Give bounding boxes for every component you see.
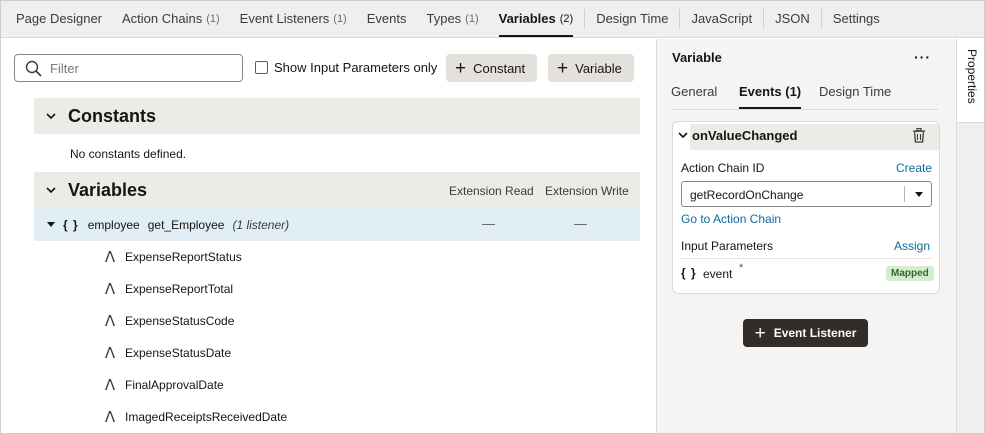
tab-javascript[interactable]: JavaScript	[681, 0, 762, 37]
properties-tab[interactable]: Properties	[957, 39, 985, 123]
field-row[interactable]: Λ ExpenseStatusDate	[104, 343, 231, 363]
plus-icon: +	[455, 57, 467, 79]
tab-variables[interactable]: Variables (2)	[489, 0, 584, 37]
event-header[interactable]: onValueChanged	[673, 122, 939, 150]
select-divider	[904, 186, 905, 202]
filter-input[interactable]	[50, 60, 230, 76]
string-type-icon: Λ	[104, 311, 116, 330]
field-row[interactable]: Λ ExpenseStatusCode	[104, 311, 235, 331]
string-type-icon: Λ	[104, 407, 116, 426]
caret-down-icon[interactable]	[47, 221, 55, 228]
extension-write-value	[574, 224, 587, 225]
object-icon: { }	[63, 217, 79, 232]
action-chain-value: getRecordOnChange	[690, 188, 804, 202]
string-type-icon: Λ	[104, 279, 116, 298]
variables-title: Variables	[68, 179, 148, 200]
tab-divider	[679, 9, 681, 28]
param-row[interactable]: { } event * Mapped	[681, 262, 934, 284]
tab-count: (1)	[465, 12, 479, 25]
plus-icon: +	[754, 322, 766, 344]
filter-field[interactable]	[14, 54, 243, 82]
tab-design-time-panel[interactable]: Design Time	[819, 84, 891, 99]
action-chain-select[interactable]: getRecordOnChange	[681, 181, 932, 207]
extension-read-value	[482, 224, 495, 225]
panel-title: Variable	[672, 50, 722, 65]
tab-event-listeners[interactable]: Event Listeners (1)	[230, 0, 357, 37]
string-type-icon: Λ	[104, 247, 116, 266]
properties-panel: Variable ··· General Events (1) Design T…	[657, 39, 956, 434]
checkbox-box[interactable]	[255, 61, 268, 74]
add-event-listener-button[interactable]: + Event Listener	[743, 319, 868, 347]
constants-section-header[interactable]: Constants	[34, 98, 640, 134]
more-options-icon[interactable]: ···	[914, 49, 931, 65]
assign-link[interactable]: Assign	[894, 239, 930, 253]
properties-strip: Properties	[956, 39, 985, 434]
variable-row-employee[interactable]: { } employee get_Employee (1 listener)	[34, 208, 640, 241]
show-input-params-checkbox[interactable]: Show Input Parameters only	[255, 60, 437, 75]
tab-action-chains[interactable]: Action Chains (1)	[112, 0, 230, 37]
constants-title: Constants	[68, 105, 157, 126]
search-icon	[25, 60, 42, 76]
tab-count: (1)	[333, 12, 347, 25]
input-parameters-label: Input Parameters	[681, 239, 774, 253]
tab-json[interactable]: JSON	[765, 0, 820, 37]
go-to-action-chain-link[interactable]: Go to Action Chain	[681, 212, 781, 226]
tab-count: (1)	[206, 12, 220, 25]
extension-write-header: Extension Write	[545, 184, 629, 198]
tab-events-panel[interactable]: Events (1)	[739, 84, 802, 109]
mapped-badge: Mapped	[886, 266, 934, 281]
no-constants-text: No constants defined.	[70, 147, 187, 161]
tab-count: (2)	[559, 12, 574, 25]
chevron-down-icon[interactable]	[678, 131, 688, 139]
object-icon: { }	[681, 266, 697, 280]
tab-types[interactable]: Types (1)	[416, 0, 488, 37]
listener-count: (1 listener)	[232, 217, 290, 232]
tab-underline	[672, 109, 938, 110]
event-name: onValueChanged	[692, 128, 798, 143]
tab-divider	[584, 9, 586, 28]
tab-settings[interactable]: Settings	[823, 0, 890, 37]
checkbox-label: Show Input Parameters only	[274, 60, 438, 75]
chevron-down-icon[interactable]	[46, 186, 56, 194]
dropdown-arrow-icon[interactable]	[915, 192, 923, 197]
param-name: event	[703, 267, 733, 281]
create-link[interactable]: Create	[896, 161, 932, 175]
extension-read-header: Extension Read	[449, 184, 534, 198]
trash-icon[interactable]	[912, 128, 926, 143]
tab-divider	[763, 9, 765, 28]
field-row[interactable]: Λ ExpenseReportStatus	[104, 247, 242, 267]
tab-page-designer[interactable]: Page Designer	[6, 0, 112, 37]
field-row[interactable]: Λ ImagedReceiptsReceivedDate	[104, 407, 287, 427]
variable-type: get_Employee	[147, 217, 225, 232]
field-row[interactable]: Λ FinalApprovalDate	[104, 375, 224, 395]
required-marker: *	[739, 262, 744, 274]
variables-panel: Show Input Parameters only + Constant + …	[0, 39, 656, 434]
add-variable-button[interactable]: + Variable	[548, 54, 634, 82]
add-constant-button[interactable]: + Constant	[446, 54, 538, 82]
variable-name: employee	[87, 217, 140, 232]
event-card: onValueChanged Action Chain ID Create ge…	[672, 121, 940, 294]
plus-icon: +	[557, 57, 569, 79]
field-row[interactable]: Λ ExpenseReportTotal	[104, 279, 233, 299]
tab-events[interactable]: Events	[357, 0, 417, 37]
tab-design-time[interactable]: Design Time	[586, 0, 678, 37]
string-type-icon: Λ	[104, 375, 116, 394]
param-divider	[681, 258, 932, 259]
designer-tab-bar: Page Designer Action Chains (1) Event Lis…	[0, 0, 985, 38]
tab-divider	[820, 9, 822, 28]
action-chain-label: Action Chain ID	[681, 161, 765, 175]
string-type-icon: Λ	[104, 343, 116, 362]
chevron-down-icon[interactable]	[46, 112, 56, 120]
tab-general[interactable]: General	[671, 84, 717, 99]
